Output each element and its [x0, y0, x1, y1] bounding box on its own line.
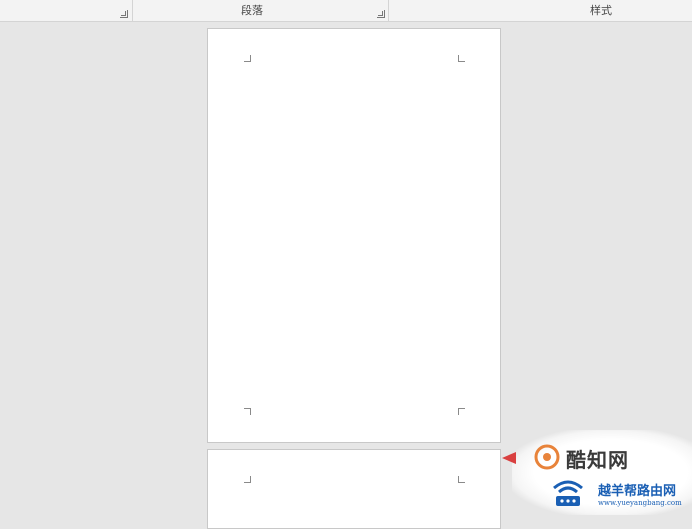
margin-corner-top-left-icon — [244, 55, 251, 62]
paragraph-group-label: 段落 — [241, 4, 263, 17]
margin-corner-top-left-icon — [244, 476, 251, 483]
ribbon-group-labels: 段落 样式 — [0, 0, 692, 22]
document-page-2[interactable] — [207, 449, 501, 529]
margin-corner-bottom-left-icon — [244, 408, 251, 415]
ribbon-group-divider — [388, 0, 389, 21]
kuzhi-logo-icon — [534, 444, 560, 470]
font-dialog-launcher-icon[interactable] — [120, 10, 128, 18]
watermark-site1-name: 酷知网 — [566, 448, 629, 472]
styles-group-label: 样式 — [590, 4, 612, 17]
margin-corner-top-right-icon — [458, 55, 465, 62]
ribbon-group-divider — [132, 0, 133, 21]
paragraph-dialog-launcher-icon[interactable] — [377, 10, 385, 18]
router-logo-icon — [553, 480, 583, 506]
watermark-site2-name: 越羊帮路由网 — [598, 484, 677, 499]
margin-corner-top-right-icon — [458, 476, 465, 483]
document-page-1[interactable] — [207, 28, 501, 443]
watermark-site2-url: www.yueyangbang.com — [598, 499, 682, 507]
red-arrow-icon — [502, 452, 516, 464]
margin-corner-bottom-right-icon — [458, 408, 465, 415]
